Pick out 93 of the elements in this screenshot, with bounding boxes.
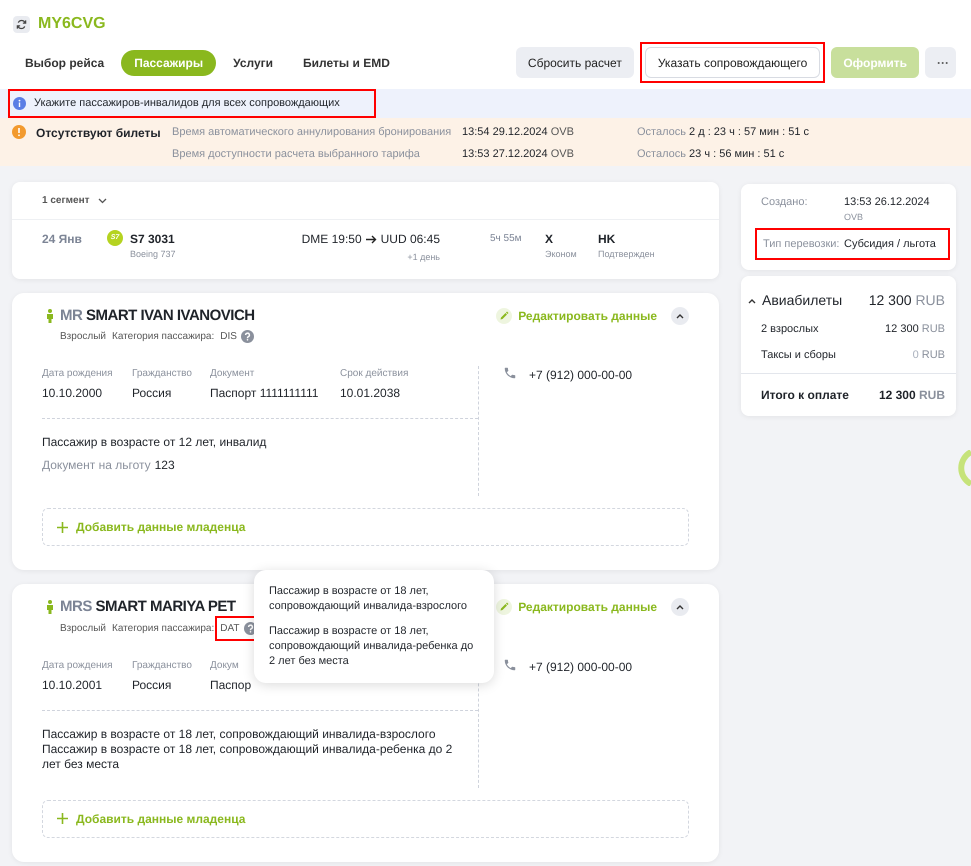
more-button[interactable]: ··· [925, 47, 956, 78]
remaining-time: Осталось 23 ч : 56 мин : 51 с [637, 146, 784, 162]
arrival: UUD 06:45 [380, 231, 440, 248]
tooltip-text: Пассажир в возрасте от 18 лет, сопровождающий инвалида-ребенка до 2 лет без места [269, 624, 474, 669]
segment-toggle[interactable]: 1 сегмент [42, 193, 107, 208]
field-label: Гражданство [132, 367, 192, 381]
info-text: Укажите пассажиров-инвалидов для всех сопровождающих [34, 96, 340, 112]
flight-number: S7 3031 [130, 231, 176, 248]
day-shift: +1 день [407, 251, 440, 264]
deadline-time: 13:54 29.12.2024 OVB [462, 125, 575, 140]
transport-label: Тип перевозки: [763, 236, 840, 252]
chevron-icon [676, 604, 684, 610]
warning-icon [12, 125, 26, 139]
created-station: OVB [844, 210, 864, 224]
field-label: Дата рождения [42, 367, 113, 381]
category-label: Категория пассажира: [112, 330, 214, 344]
flight-duration: 5ч 55м [490, 232, 523, 246]
person-icon [46, 308, 54, 323]
deadline-time: 13:53 27.12.2024 OVB [462, 146, 575, 162]
passenger-type: Взрослый [60, 622, 106, 636]
transport-value: Субсидия / льгота [844, 236, 936, 252]
pencil-icon [496, 308, 512, 324]
note-text: Пассажир в возрасте от 18 лет, сопровождающий инвалида-взрослого [42, 726, 437, 742]
aircraft-type: Boeing 737 [130, 248, 177, 261]
plus-icon [57, 813, 68, 824]
plus-icon [57, 522, 68, 532]
deadline-label: Время автоматического аннулирования бронирования [172, 125, 452, 140]
field-value: 10.10.2001 [42, 676, 102, 694]
field-label: Документ [210, 367, 254, 381]
chevron-icon [748, 298, 756, 304]
category-code: DAT [220, 622, 240, 636]
status-name: Подтвержден [598, 248, 655, 261]
spinner-icon [957, 450, 971, 486]
price-line-label: 2 взрослых [761, 322, 818, 337]
class-name: Эконом [545, 248, 578, 261]
booking-code: MY6CVG [38, 14, 106, 34]
tab[interactable]: Выбор рейса [12, 50, 118, 76]
note-value: 123 [154, 457, 175, 474]
created-label: Создано: [761, 195, 809, 210]
total-amount: 12 300 RUB [878, 387, 945, 404]
created-value: 13:53 26.12.2024 [844, 195, 930, 210]
field-label: Срок действия [340, 367, 408, 381]
chevron-icon [676, 312, 684, 318]
note-label: Документ на льготу [42, 457, 151, 474]
field-value: Паспорт 1111111111 [210, 385, 318, 402]
help-icon[interactable] [240, 330, 254, 343]
passenger-name: SMART MARIYA PET [96, 598, 236, 615]
phone-icon [503, 366, 517, 380]
person-icon [46, 600, 54, 614]
passenger-title: MR [60, 306, 82, 324]
collapse-button[interactable] [671, 306, 689, 324]
field-label: Дата рождения [42, 658, 113, 672]
field-label: Докум [210, 658, 239, 672]
remaining-time: Осталось 2 д : 23 ч : 57 мин : 51 с [637, 125, 810, 140]
deadline-label: Время доступности расчета выбранного тарифа [172, 146, 421, 162]
category-code: DIS [220, 330, 237, 344]
tooltip-text: Пассажир в возрасте от 18 лет, сопровождающий инвалида-взрослого [269, 584, 468, 614]
passenger-type: Взрослый [60, 330, 106, 344]
phone-number: +7 (912) 000-00-00 [529, 367, 632, 384]
field-value: Россия [132, 385, 172, 402]
note-text: Пассажир в возрасте от 18 лет, сопровождающий инвалида-ребенка до 2 лет без места [42, 742, 454, 772]
warning-title: Отсутствуют билеты [36, 125, 162, 142]
phone-icon [503, 658, 517, 672]
category-label: Категория пассажира: [112, 622, 214, 636]
info-icon [13, 97, 26, 110]
accompany-button[interactable]: Указать сопровождающего [644, 47, 820, 78]
field-value: 10.01.2038 [340, 385, 400, 402]
field-label: Гражданство [132, 658, 192, 672]
chevron-icon [98, 198, 107, 204]
departure: DME 19:50 [302, 231, 362, 248]
tab[interactable]: Билеты и EMD [290, 50, 403, 76]
pencil-icon [496, 599, 512, 615]
arrow-icon [366, 234, 377, 244]
collapse-button[interactable] [671, 598, 689, 616]
tickets-amount: 12 300 RUB [868, 291, 945, 310]
flight-date: 24 Янв [42, 231, 83, 248]
phone-number: +7 (912) 000-00-00 [529, 658, 632, 676]
reset-button[interactable]: Сбросить расчет [516, 47, 634, 78]
refresh-icon[interactable] [13, 16, 30, 32]
field-value: Россия [132, 676, 172, 694]
tickets-toggle[interactable]: Авиабилеты [748, 290, 842, 311]
price-line-amount: 12 300 RUB [885, 322, 945, 337]
total-label: Итого к оплате [761, 387, 849, 404]
passenger-title: MRS [60, 598, 92, 615]
passenger-name: SMART IVAN IVANOVICH [86, 306, 255, 324]
tab[interactable]: Услуги [220, 50, 286, 76]
class-code: X [545, 231, 554, 248]
field-value: Паспор [210, 676, 252, 694]
note-text: Пассажир в возрасте от 12 лет, инвалид [42, 435, 268, 450]
price-line-amount: 0 RUB [912, 348, 945, 362]
status-code: HK [598, 231, 616, 248]
price-line-label: Таксы и сборы [761, 348, 836, 362]
field-value: 10.10.2000 [42, 385, 102, 402]
